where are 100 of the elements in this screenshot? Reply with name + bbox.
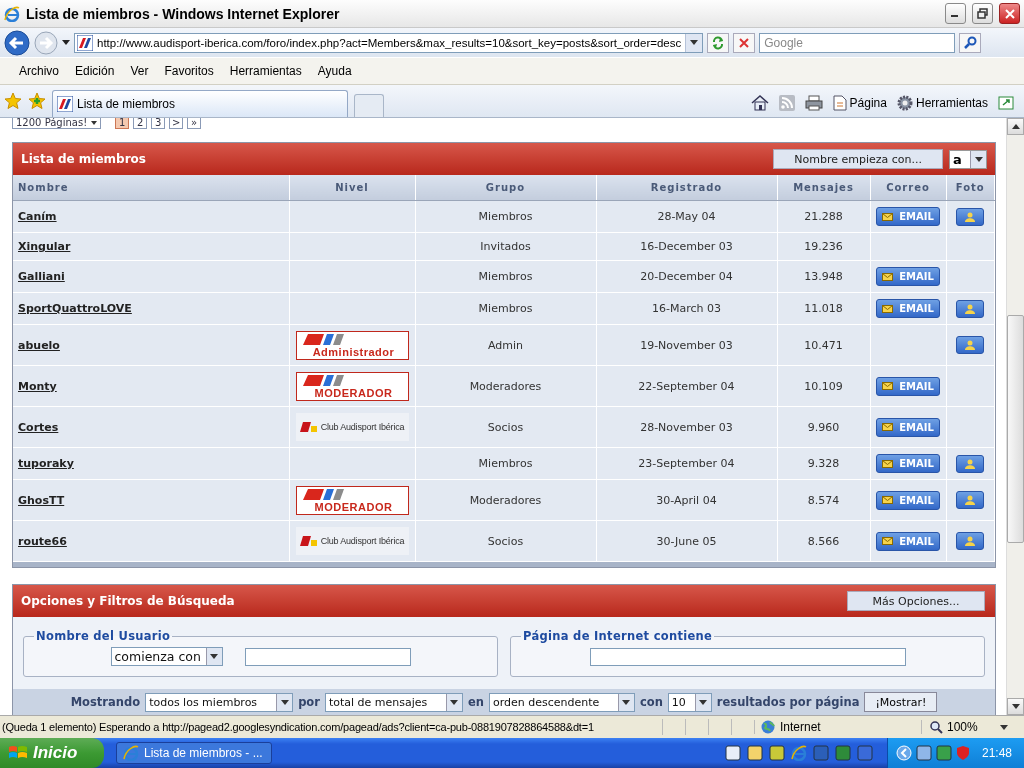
history-dropdown-icon[interactable] bbox=[62, 40, 70, 45]
page-link[interactable]: 3 bbox=[151, 118, 166, 129]
column-header[interactable]: Nivel bbox=[289, 175, 415, 201]
address-field[interactable]: http://www.audisport-iberica.com/foro/index.php?act=Members&max_results=10&sort_key=posts&sort_order=desc bbox=[74, 32, 704, 53]
browser-logo-icon bbox=[790, 745, 807, 761]
profile-photo-button[interactable] bbox=[956, 491, 985, 509]
page-icon bbox=[832, 95, 847, 111]
browser-logo-icon bbox=[4, 5, 20, 22]
close-button[interactable] bbox=[999, 3, 1020, 24]
member-link[interactable]: Monty bbox=[18, 379, 57, 393]
search-field[interactable]: Google bbox=[759, 32, 956, 53]
search-icon bbox=[963, 36, 977, 49]
member-link[interactable]: tuporaky bbox=[18, 457, 74, 470]
input-field[interactable] bbox=[589, 647, 906, 666]
app-icon[interactable] bbox=[724, 745, 741, 761]
zone-label: Internet bbox=[780, 720, 821, 734]
table-cell: 10.471 bbox=[804, 338, 843, 352]
scroll-up-button[interactable] bbox=[1007, 118, 1024, 135]
person-icon bbox=[965, 458, 976, 469]
member-link[interactable]: Caním bbox=[18, 210, 57, 223]
page-link[interactable]: > bbox=[169, 118, 184, 129]
dropdown[interactable]: 10 bbox=[667, 692, 712, 712]
menu-item[interactable]: Herramientas bbox=[222, 62, 309, 80]
expand-icon[interactable] bbox=[998, 96, 1014, 110]
filter-button[interactable]: Nombre empieza con... bbox=[773, 149, 943, 169]
menu-item[interactable]: Edición bbox=[68, 62, 122, 80]
start-button[interactable]: Inicio bbox=[0, 738, 104, 768]
email-button[interactable]: EMAIL bbox=[876, 207, 940, 226]
column-header[interactable]: Mensajes bbox=[777, 175, 870, 201]
rank-badge: MODERADOR bbox=[295, 371, 409, 401]
page-link[interactable]: 2 bbox=[133, 118, 148, 129]
input-field[interactable] bbox=[244, 647, 411, 666]
page-link[interactable]: » bbox=[187, 118, 202, 129]
dropdown-button[interactable] bbox=[685, 33, 703, 52]
profile-photo-button[interactable] bbox=[956, 299, 985, 318]
profile-photo-button[interactable] bbox=[956, 336, 985, 354]
dropdown[interactable]: orden descendente bbox=[488, 692, 635, 712]
email-button[interactable]: EMAIL bbox=[876, 417, 940, 437]
column-header[interactable]: Correo bbox=[870, 175, 946, 201]
member-link[interactable]: abuelo bbox=[18, 338, 60, 352]
home-icon[interactable] bbox=[750, 95, 769, 111]
page-menu[interactable]: Página bbox=[832, 95, 887, 111]
search-button[interactable] bbox=[959, 32, 982, 53]
minimize-button[interactable] bbox=[945, 3, 966, 24]
column-header[interactable]: Nombre bbox=[13, 175, 289, 201]
show-button[interactable]: ¡Mostrar! bbox=[864, 692, 938, 712]
member-link[interactable]: Galliani bbox=[18, 270, 65, 283]
email-button[interactable]: EMAIL bbox=[876, 490, 940, 510]
column-header[interactable]: Foto bbox=[946, 175, 995, 201]
star-icon[interactable] bbox=[4, 92, 22, 110]
column-header[interactable]: Registrado bbox=[596, 175, 777, 201]
browser-tab[interactable]: Lista de miembros bbox=[52, 90, 348, 117]
member-link[interactable]: route66 bbox=[18, 534, 67, 548]
table-cell: 8.566 bbox=[807, 534, 840, 548]
taskbar-button[interactable]: Lista de miembros - ... bbox=[116, 742, 272, 764]
panel-title: Lista de miembros bbox=[21, 152, 147, 166]
menu-item[interactable]: Archivo bbox=[12, 62, 66, 80]
dropdown[interactable]: total de mensajes bbox=[324, 692, 463, 712]
table-cell: 19-November 03 bbox=[640, 338, 733, 352]
profile-photo-button[interactable] bbox=[956, 207, 985, 226]
dropdown[interactable]: todos los miembros bbox=[145, 692, 294, 712]
letter-dropdown[interactable]: a bbox=[949, 149, 987, 169]
restore-button[interactable] bbox=[972, 3, 993, 24]
tools-menu[interactable]: Herramientas bbox=[896, 95, 988, 111]
menu-item[interactable]: Ayuda bbox=[310, 62, 359, 80]
table-cell: Socios bbox=[487, 534, 524, 548]
member-link[interactable]: SportQuattroLOVE bbox=[18, 302, 132, 315]
menu-item[interactable]: Ver bbox=[123, 62, 156, 80]
profile-photo-button[interactable] bbox=[956, 454, 985, 473]
member-link[interactable]: Xingular bbox=[18, 240, 71, 253]
expand-tray-icon[interactable] bbox=[895, 745, 912, 761]
app-icon[interactable] bbox=[768, 745, 785, 761]
profile-photo-button[interactable] bbox=[956, 532, 985, 550]
scrollbar-thumb[interactable] bbox=[1007, 315, 1024, 543]
up-arrow-icon bbox=[1011, 124, 1020, 129]
table-cell: Miembros bbox=[478, 210, 533, 223]
table-cell: 30-April 04 bbox=[656, 493, 717, 507]
menu-item[interactable]: Favoritos bbox=[157, 62, 221, 80]
zoom-control[interactable]: 100% bbox=[921, 720, 1024, 734]
more-options-button[interactable]: Más Opciones... bbox=[847, 591, 985, 611]
pages-dropdown[interactable]: 1200 Páginas! bbox=[12, 118, 102, 129]
column-header[interactable]: Grupo bbox=[415, 175, 596, 201]
back-button[interactable] bbox=[4, 29, 30, 56]
page-link[interactable]: 1 bbox=[115, 118, 130, 129]
zoom-icon bbox=[930, 720, 943, 734]
dropdown[interactable]: comienza con bbox=[110, 647, 223, 666]
email-button[interactable]: EMAIL bbox=[876, 454, 940, 473]
rank-badge: MODERADOR bbox=[295, 485, 409, 515]
email-button[interactable]: EMAIL bbox=[876, 531, 940, 551]
printer-icon[interactable] bbox=[804, 95, 823, 111]
member-link[interactable]: Cortes bbox=[18, 420, 59, 434]
member-link[interactable]: GhosTT bbox=[18, 493, 65, 507]
add-star-icon[interactable] bbox=[28, 92, 46, 110]
email-button[interactable]: EMAIL bbox=[876, 376, 940, 396]
status-text: (Queda 1 elemento) Esperando a http://pagead2.googlesyndication.com/pagead/ads?client=ca-pub-0881907828864588&dt=1 bbox=[1, 721, 595, 733]
caret-icon bbox=[974, 156, 983, 162]
email-button[interactable]: EMAIL bbox=[876, 299, 940, 318]
scroll-down-button[interactable] bbox=[1007, 698, 1024, 715]
stop-button[interactable] bbox=[733, 32, 756, 53]
email-button[interactable]: EMAIL bbox=[876, 267, 940, 286]
